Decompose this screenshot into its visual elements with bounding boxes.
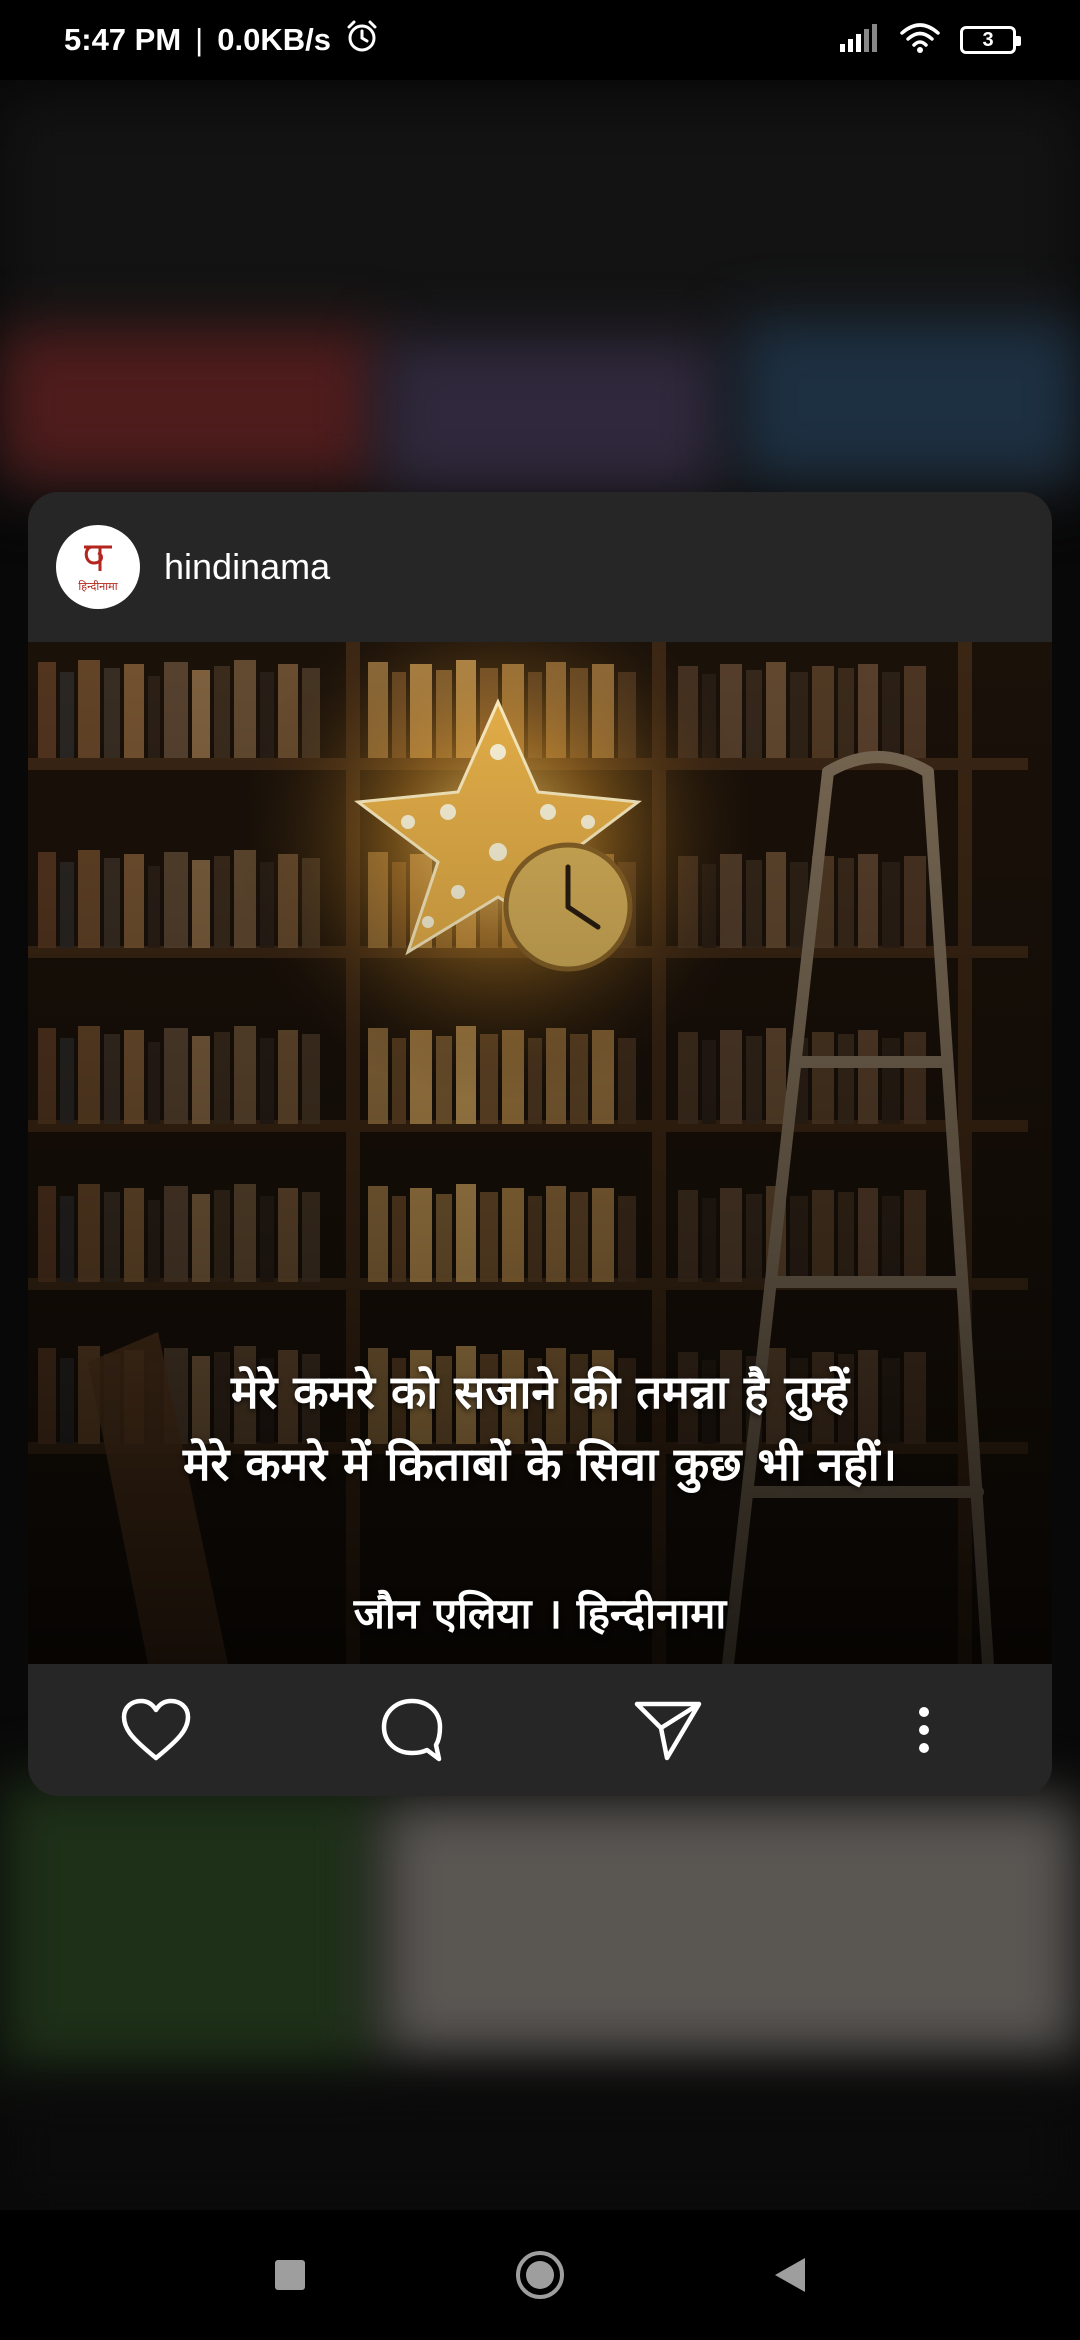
avatar[interactable]: हिन्दीनामा [56,525,140,609]
post-preview-card[interactable]: हिन्दीनामा hindinama मेरे कमरे को सजाने … [28,492,1052,1796]
heart-icon [121,1698,191,1761]
battery-level: 3 [982,28,994,51]
wifi-icon [900,22,940,58]
battery-icon: 3 [960,26,1021,54]
system-nav-bar [0,2210,1080,2340]
alarm-icon [345,19,379,61]
share-button[interactable] [613,1675,723,1785]
quote-line-1: मेरे कमरे को सजाने की तमन्ना है तुम्हें [230,1365,850,1419]
status-bar: 5:47 PM | 0.0KB/s 3 [0,0,1080,80]
status-right: 3 [840,22,1021,58]
quote-line-2: मेरे कमरे में किताबों के सिवा कुछ भी नही… [182,1437,898,1491]
recents-icon [275,2260,305,2290]
status-left: 5:47 PM | 0.0KB/s [64,19,379,61]
post-header[interactable]: हिन्दीनामा hindinama [28,492,1052,642]
home-button[interactable] [510,2245,570,2305]
avatar-label: हिन्दीनामा [78,579,118,593]
recents-button[interactable] [260,2245,320,2305]
send-icon [634,1701,702,1761]
brand-logo-icon [84,545,112,571]
status-time: 5:47 PM [64,22,182,57]
comment-button[interactable] [357,1675,467,1785]
signal-icon [840,23,880,57]
network-speed: 0.0KB/s [217,22,331,57]
quote-credit: जौन एलिया । हिन्दीनामा [353,1589,727,1638]
home-icon [516,2251,564,2299]
like-button[interactable] [101,1675,211,1785]
bookshelf-photo [28,642,1052,1664]
back-icon [775,2258,805,2292]
post-actions [28,1664,1052,1796]
status-separator: | [195,22,204,57]
post-image[interactable]: मेरे कमरे को सजाने की तमन्ना है तुम्हें … [28,642,1052,1664]
post-username[interactable]: hindinama [164,546,330,588]
more-vertical-icon [919,1707,929,1753]
more-options-button[interactable] [869,1675,979,1785]
comment-icon [381,1698,443,1762]
back-button[interactable] [760,2245,820,2305]
